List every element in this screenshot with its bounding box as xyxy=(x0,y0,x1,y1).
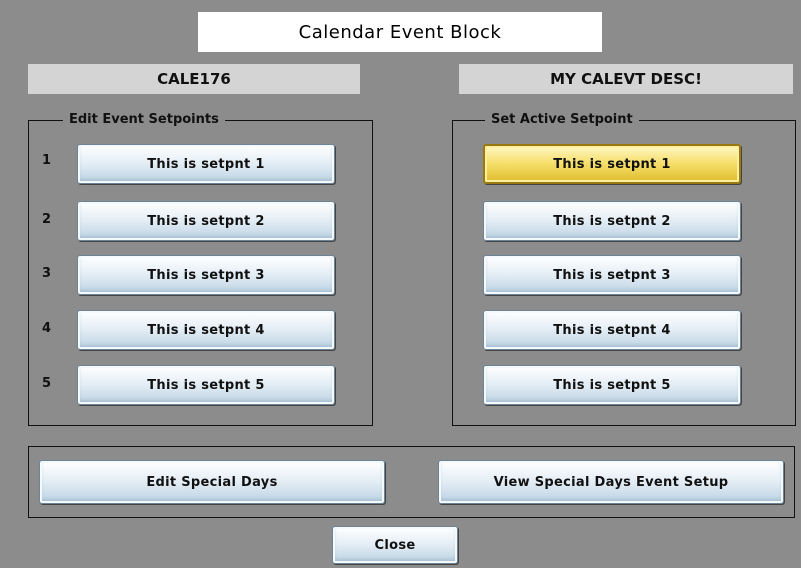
edit-setpoint-5-button[interactable]: This is setpnt 5 xyxy=(77,365,335,405)
active-setpoint-2-button[interactable]: This is setpnt 2 xyxy=(483,201,741,241)
setpoint-number-3: 3 xyxy=(42,266,52,281)
active-setpoint-4-button[interactable]: This is setpnt 4 xyxy=(483,310,741,350)
active-setpoint-3-button[interactable]: This is setpnt 3 xyxy=(483,255,741,295)
edit-event-setpoints-legend: Edit Event Setpoints xyxy=(63,111,225,129)
close-button[interactable]: Close xyxy=(332,526,458,564)
special-days-group: Edit Special Days View Special Days Even… xyxy=(28,446,795,518)
active-setpoint-5-button[interactable]: This is setpnt 5 xyxy=(483,365,741,405)
set-active-setpoint-legend: Set Active Setpoint xyxy=(485,111,639,129)
window-title: Calendar Event Block xyxy=(198,12,602,52)
edit-setpoint-2-button[interactable]: This is setpnt 2 xyxy=(77,201,335,241)
setpoint-number-5: 5 xyxy=(42,376,52,391)
setpoint-number-2: 2 xyxy=(42,212,52,227)
tag-description-label: MY CALEVT DESC! xyxy=(459,64,793,94)
edit-special-days-button[interactable]: Edit Special Days xyxy=(39,460,385,504)
edit-setpoint-3-button[interactable]: This is setpnt 3 xyxy=(77,255,335,295)
edit-event-setpoints-group: Edit Event Setpoints 1 This is setpnt 1 … xyxy=(28,111,373,426)
edit-setpoint-4-button[interactable]: This is setpnt 4 xyxy=(77,310,335,350)
active-setpoint-1-button[interactable]: This is setpnt 1 xyxy=(483,144,741,184)
setpoint-number-4: 4 xyxy=(42,321,52,336)
set-active-setpoint-group: Set Active Setpoint This is setpnt 1 Thi… xyxy=(452,111,796,426)
edit-setpoint-1-button[interactable]: This is setpnt 1 xyxy=(77,144,335,184)
tag-name-label: CALE176 xyxy=(28,64,360,94)
view-special-days-event-setup-button[interactable]: View Special Days Event Setup xyxy=(438,460,784,504)
setpoint-number-1: 1 xyxy=(42,153,52,168)
